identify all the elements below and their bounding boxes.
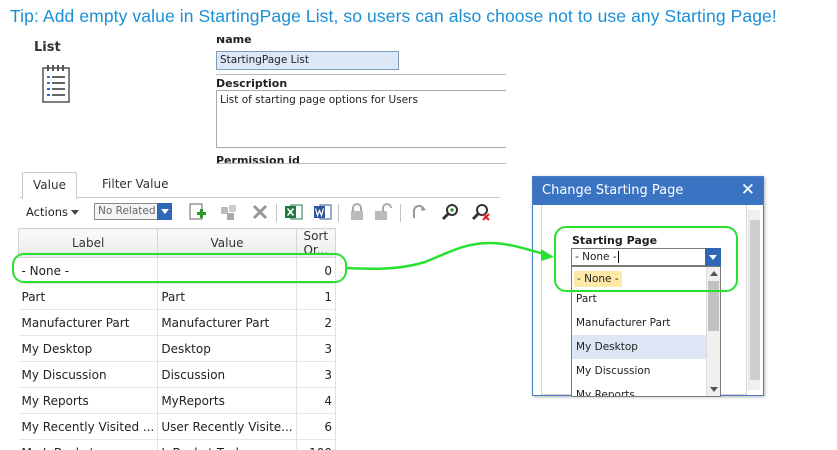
actions-menu[interactable]: Actions xyxy=(26,205,80,219)
cell-value: InBasket Task xyxy=(157,439,297,450)
cell-label: My Desktop xyxy=(18,335,159,362)
description-textarea[interactable]: List of starting page options for Users xyxy=(216,90,506,148)
refresh-icon[interactable] xyxy=(409,202,429,222)
table-row[interactable]: My InBasket InBasket Task 100 xyxy=(18,439,337,450)
add-row-icon[interactable] xyxy=(187,202,207,222)
cell-label: My Discussion xyxy=(18,361,159,388)
divider xyxy=(216,74,506,75)
word-export-icon[interactable] xyxy=(313,202,333,222)
dialog-title: Change Starting Page xyxy=(542,183,684,198)
scrollbar-thumb[interactable] xyxy=(750,220,760,380)
tab-bar: Value Filter Value xyxy=(20,172,500,199)
table-row[interactable]: My Reports MyReports 4 xyxy=(18,387,337,414)
lock-icon[interactable] xyxy=(347,202,367,222)
divider xyxy=(216,163,506,164)
cell-value: Desktop xyxy=(157,335,297,362)
related-select-value: No Related xyxy=(98,205,156,217)
cell-label: Manufacturer Part xyxy=(18,309,159,336)
tip-banner: Tip: Add empty value in StartingPage Lis… xyxy=(10,6,777,26)
option-my-reports[interactable]: My Reports xyxy=(572,383,720,396)
table-row[interactable]: My Recently Visited ... User Recently Vi… xyxy=(18,413,337,440)
table-row[interactable]: My Discussion Discussion 3 xyxy=(18,361,337,388)
cell-label: My Reports xyxy=(18,387,159,414)
delete-icon[interactable] xyxy=(250,202,270,222)
close-icon[interactable]: ✕ xyxy=(741,180,755,200)
cell-sort: 3 xyxy=(296,361,337,388)
relationship-icon[interactable] xyxy=(219,202,239,222)
table-row[interactable]: Manufacturer Part Manufacturer Part 2 xyxy=(18,309,337,336)
list-document-icon xyxy=(42,65,70,103)
toolbar-separator xyxy=(338,204,339,222)
dialog-scrollbar[interactable] xyxy=(748,210,760,390)
permission-label: Permission id xyxy=(216,154,300,163)
toolbar-separator xyxy=(276,204,277,222)
table-row[interactable]: Part Part 1 xyxy=(18,283,337,310)
clear-search-icon[interactable] xyxy=(471,202,491,222)
unlock-icon[interactable] xyxy=(373,202,393,222)
cell-sort: 6 xyxy=(296,413,337,440)
excel-export-icon[interactable] xyxy=(284,202,304,222)
cell-value: Manufacturer Part xyxy=(157,309,297,336)
cell-label: My Recently Visited ... xyxy=(18,413,159,440)
cell-sort: 2 xyxy=(296,309,337,336)
name-label: Name xyxy=(216,37,252,46)
cell-value: Discussion xyxy=(157,361,297,388)
table-row[interactable]: My Desktop Desktop 3 xyxy=(18,335,337,362)
list-heading: List xyxy=(34,40,61,55)
name-input[interactable]: StartingPage List xyxy=(216,51,399,70)
cell-sort: 3 xyxy=(296,335,337,362)
dialog-title-bar: Change Starting Page ✕ xyxy=(533,177,763,205)
tab-value[interactable]: Value xyxy=(22,172,77,199)
caret-down-icon xyxy=(71,210,80,215)
highlight-starting-page-field xyxy=(554,226,738,292)
cell-label: Part xyxy=(18,283,159,310)
tab-filter-value[interactable]: Filter Value xyxy=(92,172,179,199)
cell-sort: 100 xyxy=(296,439,337,450)
toolbar-separator xyxy=(400,204,401,222)
option-manufacturer-part[interactable]: Manufacturer Part xyxy=(572,311,720,335)
related-select[interactable]: No Related xyxy=(94,203,172,220)
scroll-down-icon[interactable] xyxy=(710,387,718,392)
search-icon[interactable] xyxy=(441,202,461,222)
highlight-none-row xyxy=(12,253,347,283)
actions-label: Actions xyxy=(26,205,69,219)
dropdown-arrow-icon[interactable] xyxy=(157,203,172,220)
grid-toolbar: Actions No Related xyxy=(20,199,500,225)
cell-value: MyReports xyxy=(157,387,297,414)
description-label: Description xyxy=(216,77,288,90)
option-my-desktop[interactable]: My Desktop xyxy=(572,335,720,359)
cell-label: My InBasket xyxy=(18,439,159,450)
option-my-discussion[interactable]: My Discussion xyxy=(572,359,720,383)
cell-value: Part xyxy=(157,283,297,310)
cell-value: User Recently Visite... xyxy=(157,413,297,440)
cell-sort: 4 xyxy=(296,387,337,414)
cell-sort: 1 xyxy=(296,283,337,310)
